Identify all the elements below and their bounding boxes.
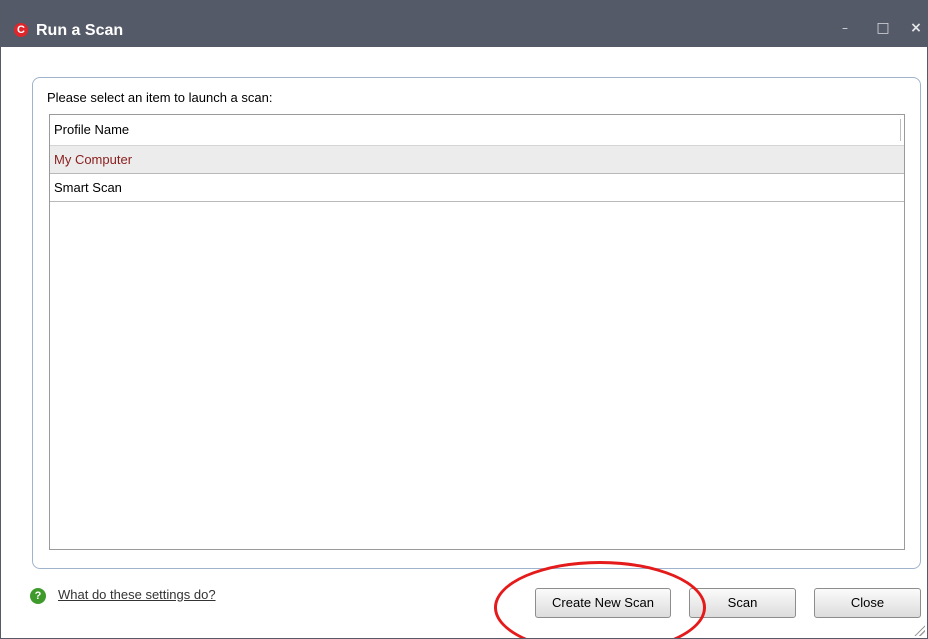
create-new-scan-button[interactable]: Create New Scan <box>535 588 671 618</box>
list-item-label: Smart Scan <box>54 180 122 195</box>
window-title: Run a Scan <box>36 22 124 39</box>
list-item-smart-scan[interactable]: Smart Scan <box>50 174 904 202</box>
close-button[interactable]: Close <box>814 588 921 618</box>
column-divider <box>900 119 901 141</box>
question-circle-icon[interactable]: ? <box>30 588 46 604</box>
resize-grip-icon[interactable] <box>913 624 925 636</box>
scan-profile-list[interactable]: Profile Name My Computer Smart Scan <box>49 114 905 550</box>
column-header-profile-name[interactable]: Profile Name <box>54 122 129 137</box>
run-a-scan-window: C Run a Scan – □ × Please select an item… <box>0 0 928 639</box>
instruction-text: Please select an item to launch a scan: <box>47 90 273 105</box>
help-link[interactable]: What do these settings do? <box>58 587 216 602</box>
title-bar[interactable]: C Run a Scan – □ × <box>1 1 927 47</box>
minimize-icon[interactable]: – <box>836 19 854 37</box>
scan-button[interactable]: Scan <box>689 588 796 618</box>
list-item-my-computer[interactable]: My Computer <box>50 146 904 174</box>
list-header[interactable]: Profile Name <box>50 115 904 146</box>
maximize-icon[interactable]: □ <box>874 19 892 37</box>
list-item-label: My Computer <box>54 152 133 167</box>
close-window-icon[interactable]: × <box>907 19 925 37</box>
app-logo-icon: C <box>14 23 28 37</box>
